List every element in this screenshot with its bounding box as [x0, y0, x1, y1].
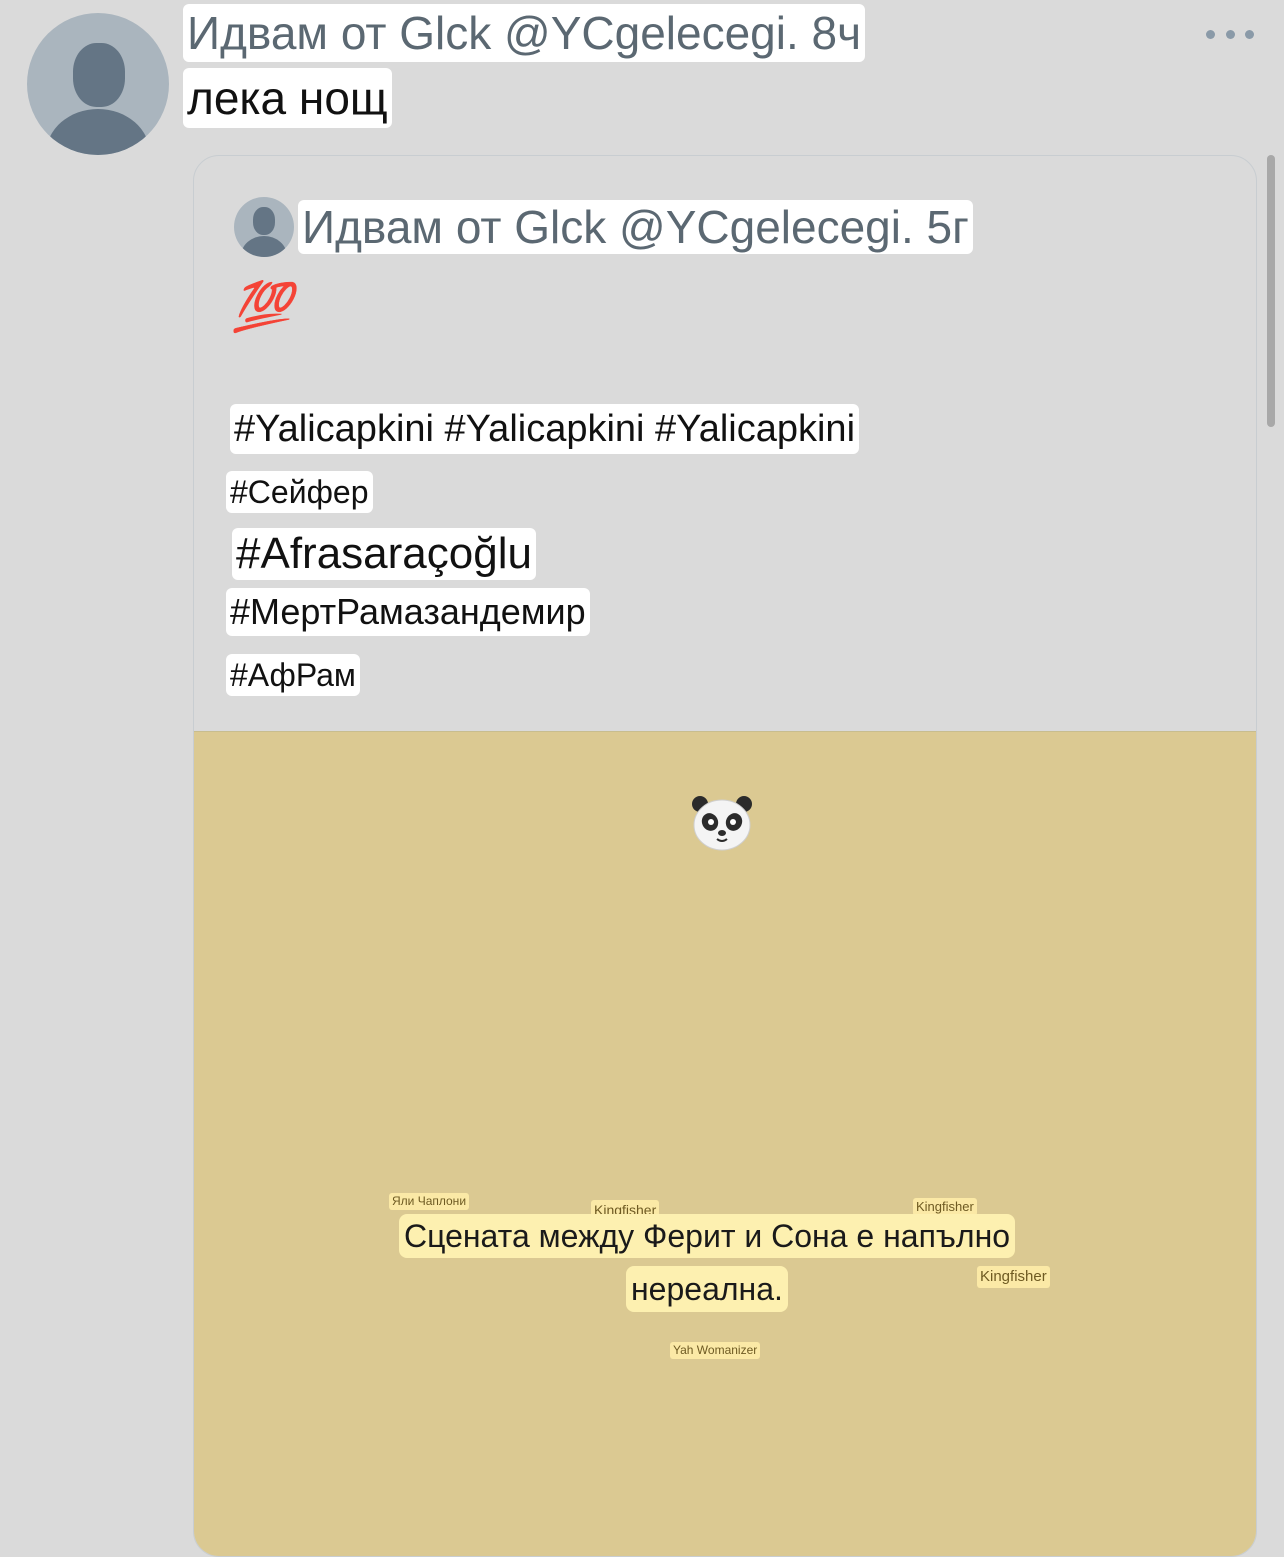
- more-dot: [1206, 29, 1215, 39]
- tweet-header[interactable]: Идвам от Glck @YCgelecegi. 8ч: [183, 4, 866, 62]
- quoted-tweet-card[interactable]: Идвам от Glck @YCgelecegi. 5г 💯 #Yalicap…: [193, 155, 1257, 1557]
- avatar-body-shape: [241, 236, 287, 257]
- more-dot: [1245, 29, 1254, 39]
- hashtag-line[interactable]: #Yalicapkini #Yalicapkini #Yalicapkini: [230, 404, 860, 454]
- quoted-media-image[interactable]: Яли Чаплони Kingfisher Kingfisher Kingfi…: [194, 731, 1256, 1556]
- more-options-icon[interactable]: [1206, 24, 1254, 44]
- avatar-body-shape: [46, 109, 150, 155]
- media-caption-line: нереална.: [626, 1266, 788, 1312]
- hundred-points-emoji: 💯: [232, 281, 292, 334]
- author-avatar[interactable]: [27, 13, 169, 155]
- hashtag-link[interactable]: #АфРам: [226, 654, 360, 696]
- more-dot: [1225, 29, 1235, 39]
- media-watermark-label: Яли Чаплони: [389, 1193, 470, 1210]
- media-watermark-label: Yah Womanizer: [670, 1342, 761, 1359]
- hashtag-link[interactable]: #Сейфер: [226, 471, 373, 513]
- hashtag-link[interactable]: #Afrasaraçoğlu: [232, 528, 536, 580]
- media-watermark-label: Kingfisher: [977, 1266, 1050, 1288]
- avatar-head-shape: [73, 43, 125, 107]
- scrollbar-thumb[interactable]: [1267, 155, 1275, 427]
- quoted-tweet-header[interactable]: Идвам от Glck @YCgelecegi. 5г: [298, 200, 973, 254]
- media-caption-line: Сцената между Ферит и Сона е напълно: [399, 1214, 1016, 1258]
- panda-icon: [692, 796, 752, 851]
- tweet-text: лека нощ: [183, 68, 392, 128]
- hashtag-link[interactable]: #МертРамазандемир: [226, 588, 590, 636]
- quoted-author-avatar[interactable]: [234, 197, 294, 257]
- avatar-head-shape: [253, 207, 275, 235]
